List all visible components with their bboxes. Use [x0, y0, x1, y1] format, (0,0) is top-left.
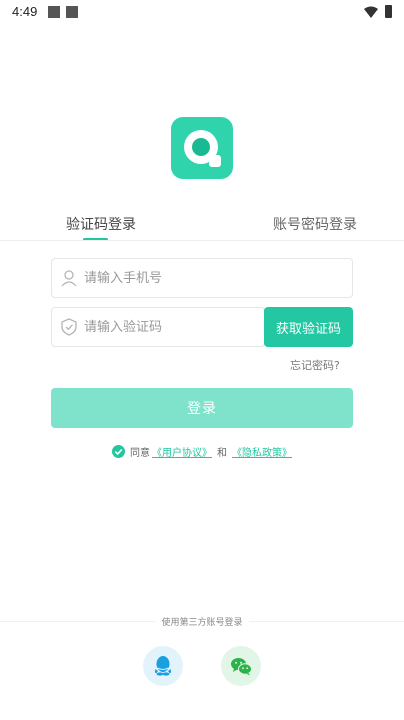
wechat-login-button[interactable]: [221, 646, 261, 686]
tab-divider: [0, 240, 404, 241]
qq-login-button[interactable]: [143, 646, 183, 686]
phone-field[interactable]: [51, 258, 353, 298]
verification-code-field[interactable]: [51, 307, 284, 347]
qq-icon: [154, 656, 172, 676]
verification-code-input[interactable]: [84, 308, 284, 346]
login-button[interactable]: 登录: [51, 388, 353, 428]
tab-sms-login[interactable]: 验证码登录: [66, 214, 136, 234]
user-agreement-link[interactable]: 《用户协议》: [152, 444, 212, 459]
notification-icon: [48, 6, 60, 18]
status-time: 4:49: [12, 4, 38, 19]
agreement-conjunction: 和: [217, 447, 227, 459]
notification-icon: [66, 6, 78, 18]
agreement-row: 同意 《用户协议》 和 《隐私政策》: [112, 443, 294, 459]
third-party-label-wrap: 使用第三方账号登录: [0, 615, 404, 628]
agreement-checkbox[interactable]: [112, 444, 125, 458]
get-code-button[interactable]: 获取验证码: [264, 307, 353, 347]
status-bar: 4:49: [0, 0, 404, 24]
tab-password-login[interactable]: 账号密码登录: [273, 214, 357, 234]
privacy-policy-link[interactable]: 《隐私政策》: [232, 444, 292, 459]
wifi-icon: [364, 6, 378, 18]
third-party-label: 使用第三方账号登录: [155, 618, 249, 628]
agreement-prefix: 同意: [130, 447, 150, 459]
check-icon: [114, 448, 123, 455]
shield-icon: [61, 318, 77, 336]
phone-input[interactable]: [84, 259, 284, 297]
battery-icon: [385, 5, 392, 18]
forgot-password-link[interactable]: 忘记密码?: [290, 357, 340, 373]
app-logo: [171, 117, 233, 179]
user-icon: [61, 270, 77, 287]
wechat-icon: [231, 658, 252, 676]
